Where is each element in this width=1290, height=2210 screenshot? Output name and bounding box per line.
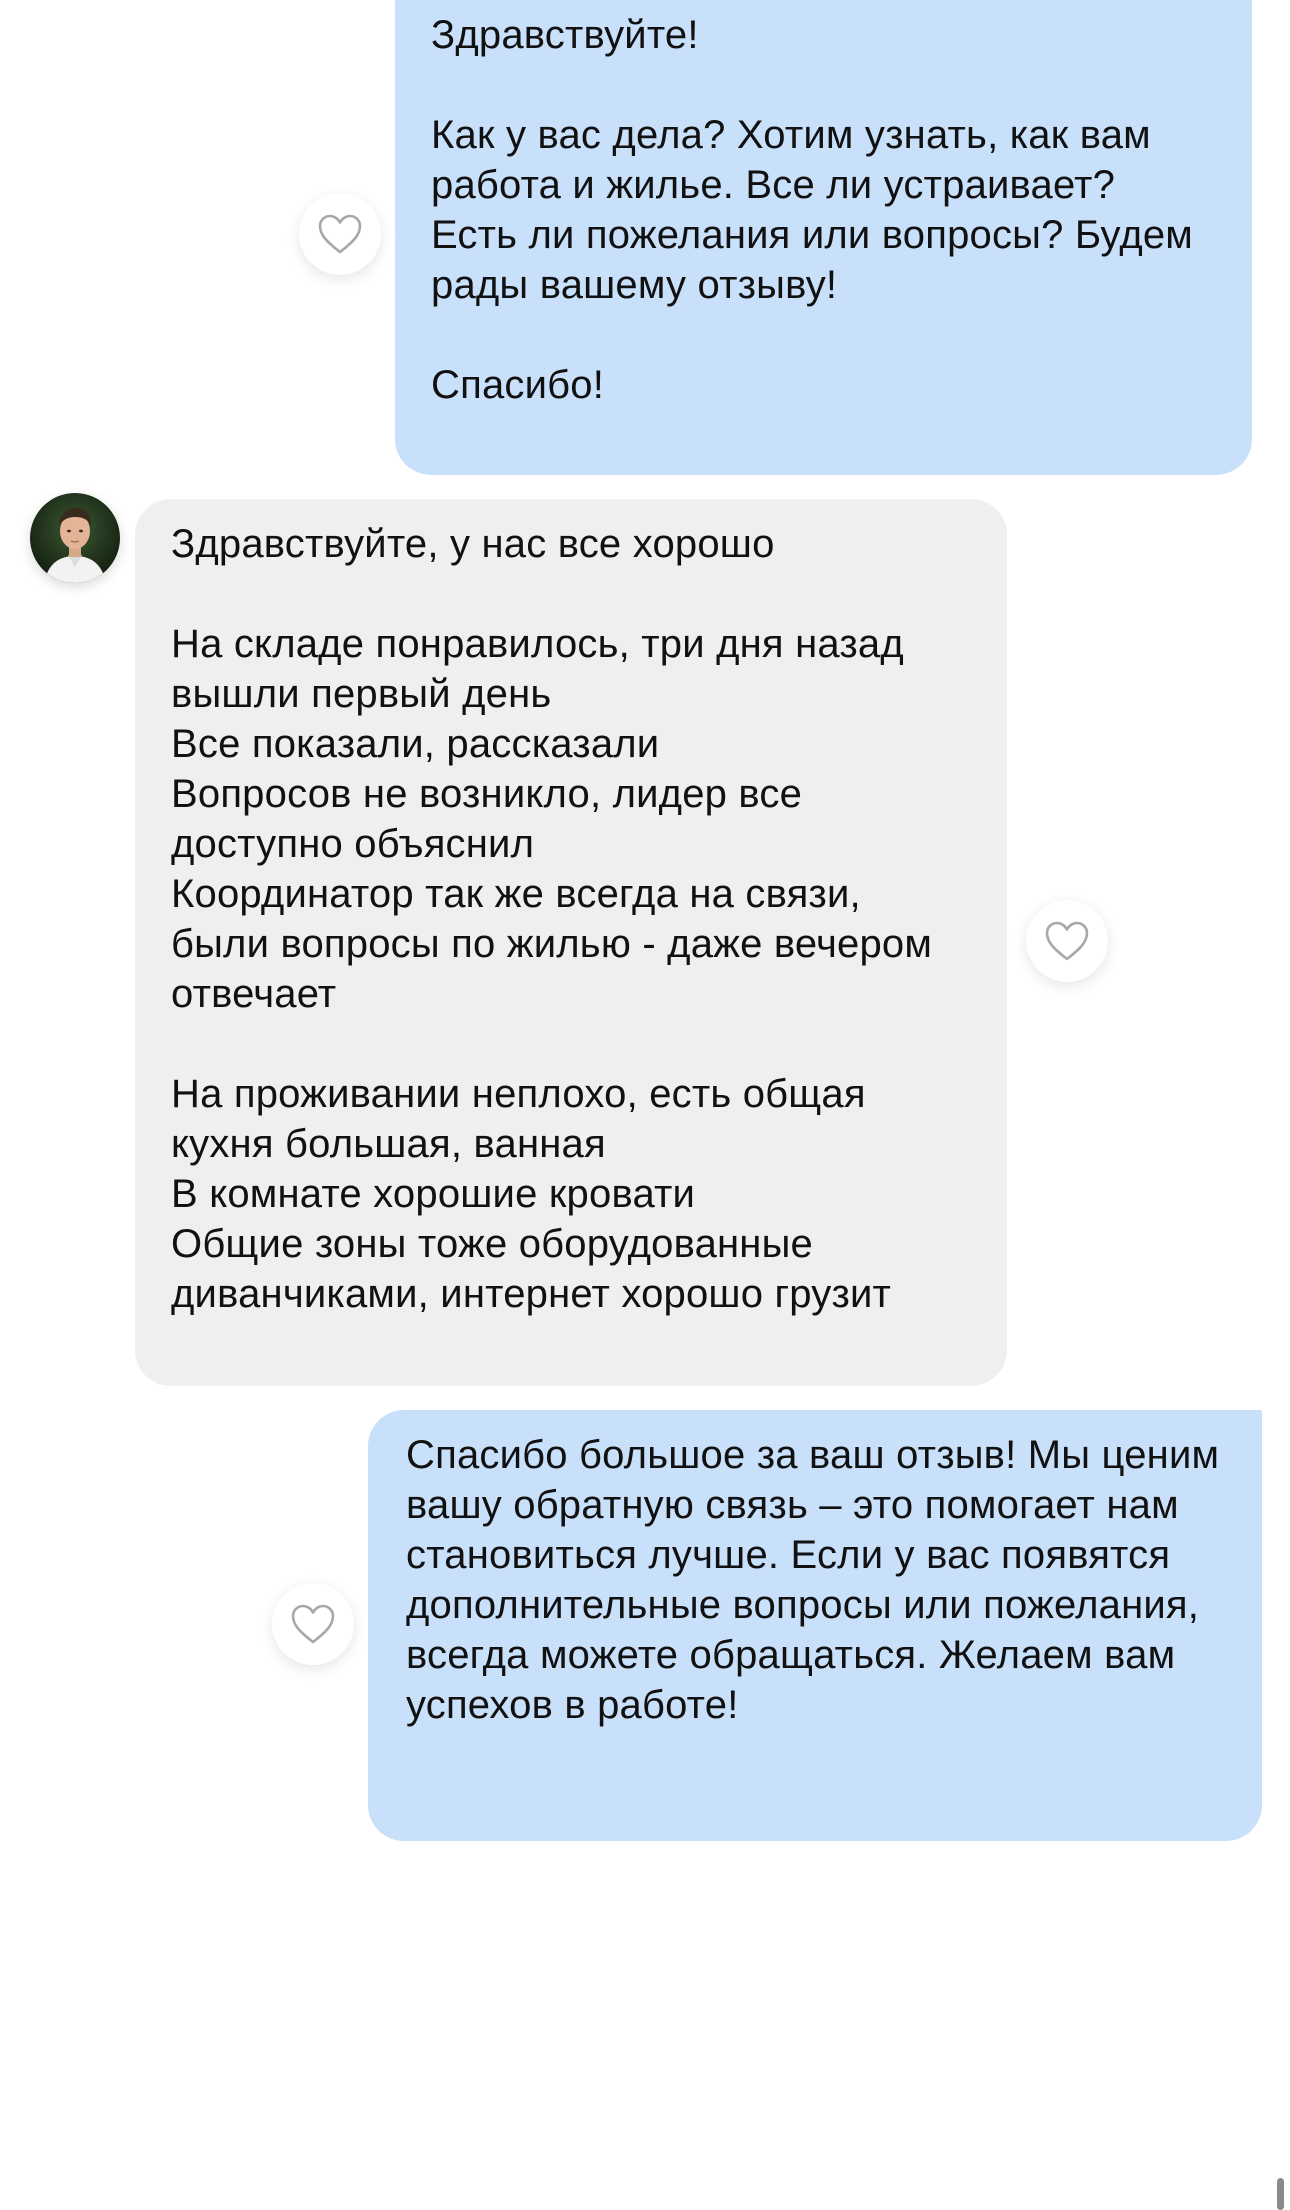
like-button[interactable]: [272, 1583, 354, 1665]
heart-icon: [318, 214, 362, 254]
sender-avatar[interactable]: [30, 493, 120, 583]
heart-icon: [1045, 921, 1089, 961]
outgoing-message-bubble[interactable]: Спасибо большое за ваш отзыв! Мы ценим в…: [368, 1410, 1262, 1841]
scrollbar[interactable]: [1277, 2178, 1284, 2210]
avatar-image: [30, 493, 120, 583]
like-button[interactable]: [1026, 900, 1108, 982]
incoming-message-bubble[interactable]: Здравствуйте, у нас все хорошо На складе…: [135, 499, 1007, 1386]
like-button[interactable]: [299, 193, 381, 275]
outgoing-message-bubble[interactable]: Здравствуйте! Как у вас дела? Хотим узна…: [395, 0, 1252, 475]
heart-icon: [291, 1604, 335, 1644]
